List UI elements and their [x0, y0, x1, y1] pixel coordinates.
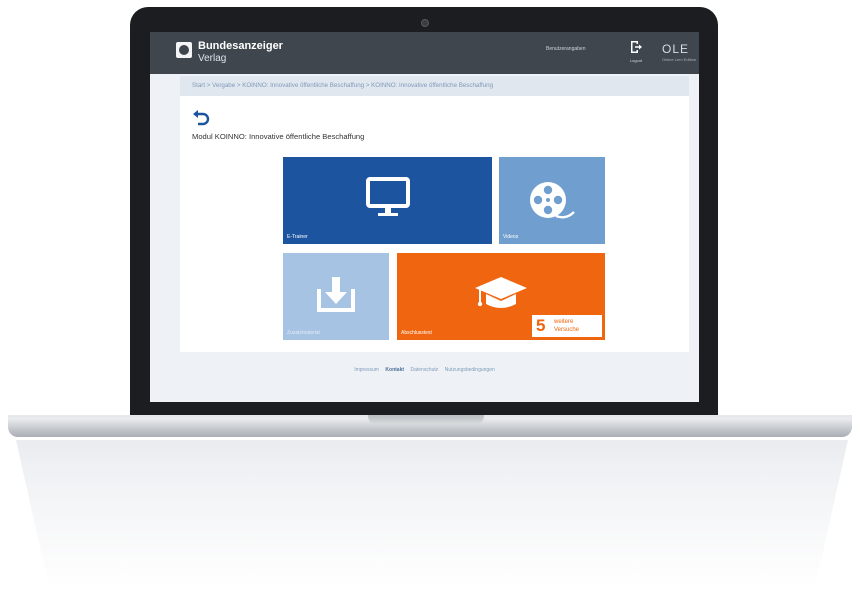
- film-reel-icon: [530, 182, 575, 219]
- main-content: Modul KOINNO: Innovative öffentliche Bes…: [180, 96, 689, 352]
- laptop-mockup: Bundesanzeiger Verlag Benutzerangaben Lo…: [0, 0, 864, 589]
- logout-button[interactable]: Logout: [625, 40, 647, 68]
- footer-link-datenschutz[interactable]: Datenschutz: [410, 367, 438, 373]
- user-name[interactable]: Benutzerangaben: [546, 46, 585, 52]
- breadcrumb-bar: Start > Vergabe > KOINNO: Innovative öff…: [180, 76, 689, 96]
- tile-etrainer[interactable]: E-Trainer: [283, 157, 492, 244]
- back-arrow-icon[interactable]: [192, 106, 212, 126]
- attempts-line2: Versuche: [554, 327, 580, 333]
- logo-sub: Verlag: [198, 53, 227, 64]
- footer: Impressum Kontakt Datenschutz Nutzungsbe…: [150, 358, 699, 374]
- brand-sub: Online Lern Edition: [662, 57, 697, 62]
- attempts-count: 5: [536, 316, 546, 335]
- download-icon: [317, 277, 355, 312]
- module-title: Modul KOINNO: Innovative öffentliche Bes…: [192, 132, 365, 141]
- screen: Bundesanzeiger Verlag Benutzerangaben Lo…: [150, 32, 699, 402]
- brand-logo: OLE: [662, 42, 690, 56]
- footer-link-nutzungsbedingungen[interactable]: Nutzungsbedingungen: [445, 367, 495, 373]
- logout-icon: [631, 41, 642, 53]
- footer-link-impressum[interactable]: Impressum: [354, 367, 379, 373]
- attempts-badge: 5 weitere Versuche: [532, 315, 602, 337]
- tile-videos[interactable]: Videos: [499, 157, 605, 244]
- tile-download-label: Zusatzmaterial: [287, 330, 320, 336]
- breadcrumb[interactable]: Start > Vergabe > KOINNO: Innovative öff…: [192, 82, 493, 89]
- monitor-icon: [366, 177, 410, 216]
- tile-download[interactable]: Zusatzmaterial: [283, 253, 389, 340]
- tile-videos-label: Videos: [503, 234, 519, 240]
- logo-name[interactable]: Bundesanzeiger: [198, 40, 283, 52]
- laptop-hinge-notch: [368, 415, 484, 424]
- footer-link-kontakt[interactable]: Kontakt: [385, 367, 404, 373]
- app-header: Bundesanzeiger Verlag Benutzerangaben Lo…: [150, 32, 699, 74]
- attempts-line1: weitere: [554, 319, 574, 325]
- publisher-logo-icon: [176, 42, 192, 58]
- tile-exam[interactable]: Abschlusstest 5 weitere Versuche: [397, 253, 605, 340]
- logout-label: Logout: [629, 58, 643, 63]
- tile-etrainer-label: E-Trainer: [287, 234, 308, 240]
- graduation-cap-icon: [475, 277, 527, 308]
- laptop-reflection: [16, 440, 848, 589]
- webcam: [421, 19, 429, 27]
- tile-exam-label: Abschlusstest: [401, 330, 432, 336]
